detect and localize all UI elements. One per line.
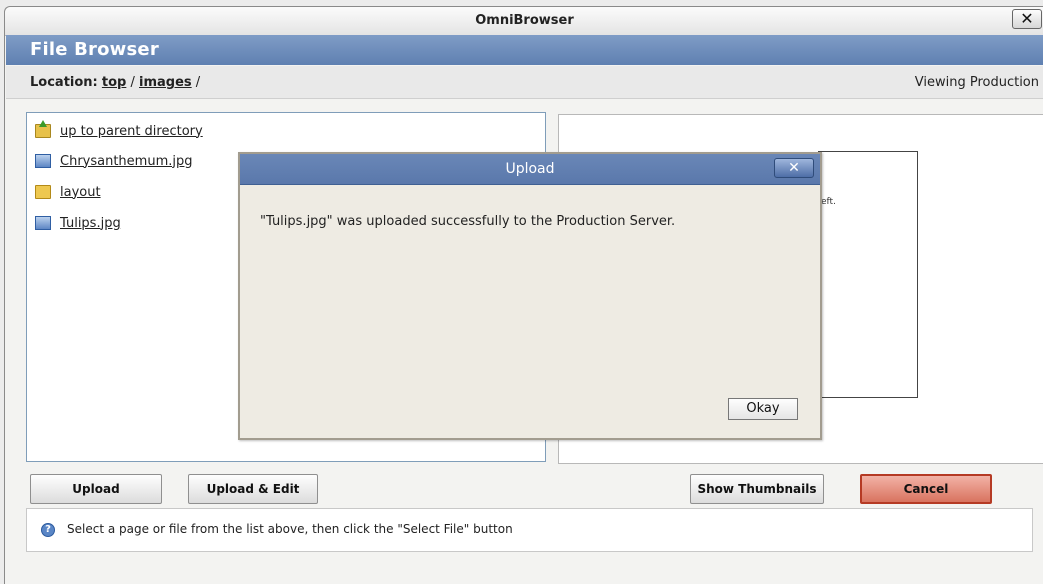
breadcrumb-images[interactable]: images: [139, 75, 192, 90]
upload-edit-button[interactable]: Upload & Edit: [188, 474, 318, 504]
list-item-tulips[interactable]: Tulips.jpg: [35, 213, 121, 233]
breadcrumb-separator: /: [195, 75, 201, 90]
file-link[interactable]: up to parent directory: [60, 124, 203, 139]
up-folder-icon: [35, 120, 51, 138]
window-close-button[interactable]: ✕: [1012, 9, 1042, 29]
breadcrumb: Location: top / images /: [30, 75, 200, 90]
image-file-icon: [35, 154, 51, 168]
cancel-button[interactable]: Cancel: [860, 474, 992, 504]
file-link[interactable]: Tulips.jpg: [60, 216, 121, 231]
location-bar: Location: top / images / Viewing Product…: [6, 66, 1043, 99]
folder-icon: [35, 185, 51, 199]
preview-box: eft.: [818, 151, 918, 398]
hint-text: Select a page or file from the list abov…: [67, 522, 513, 536]
file-link[interactable]: Chrysanthemum.jpg: [60, 154, 192, 169]
hint-bar: ? Select a page or file from the list ab…: [26, 508, 1033, 552]
viewing-server-label: Viewing Production: [914, 75, 1039, 90]
file-browser-heading: File Browser: [30, 39, 159, 60]
breadcrumb-separator: /: [130, 75, 135, 90]
window-title: OmniBrowser: [475, 13, 574, 28]
dialog-close-button[interactable]: ✕: [774, 158, 814, 178]
okay-button[interactable]: Okay: [728, 398, 798, 420]
location-label: Location:: [30, 75, 98, 90]
show-thumbnails-button[interactable]: Show Thumbnails: [690, 474, 824, 504]
file-link[interactable]: layout: [60, 185, 101, 200]
image-file-icon: [35, 216, 51, 230]
upload-dialog-titlebar: Upload ✕: [240, 154, 820, 185]
upload-dialog-title: Upload: [505, 161, 555, 177]
upload-dialog: Upload ✕ "Tulips.jpg" was uploaded succe…: [238, 152, 822, 440]
list-item-chrysanthemum[interactable]: Chrysanthemum.jpg: [35, 151, 192, 171]
upload-success-message: "Tulips.jpg" was uploaded successfully t…: [260, 214, 676, 229]
list-item-parent-directory[interactable]: up to parent directory: [35, 120, 203, 141]
breadcrumb-top[interactable]: top: [102, 75, 126, 90]
window-titlebar: OmniBrowser ✕: [5, 7, 1043, 36]
list-item-layout[interactable]: layout: [35, 182, 101, 202]
info-icon: ?: [41, 523, 55, 537]
file-browser-header: File Browser: [6, 35, 1043, 65]
upload-button[interactable]: Upload: [30, 474, 162, 504]
preview-text: eft.: [821, 197, 836, 207]
